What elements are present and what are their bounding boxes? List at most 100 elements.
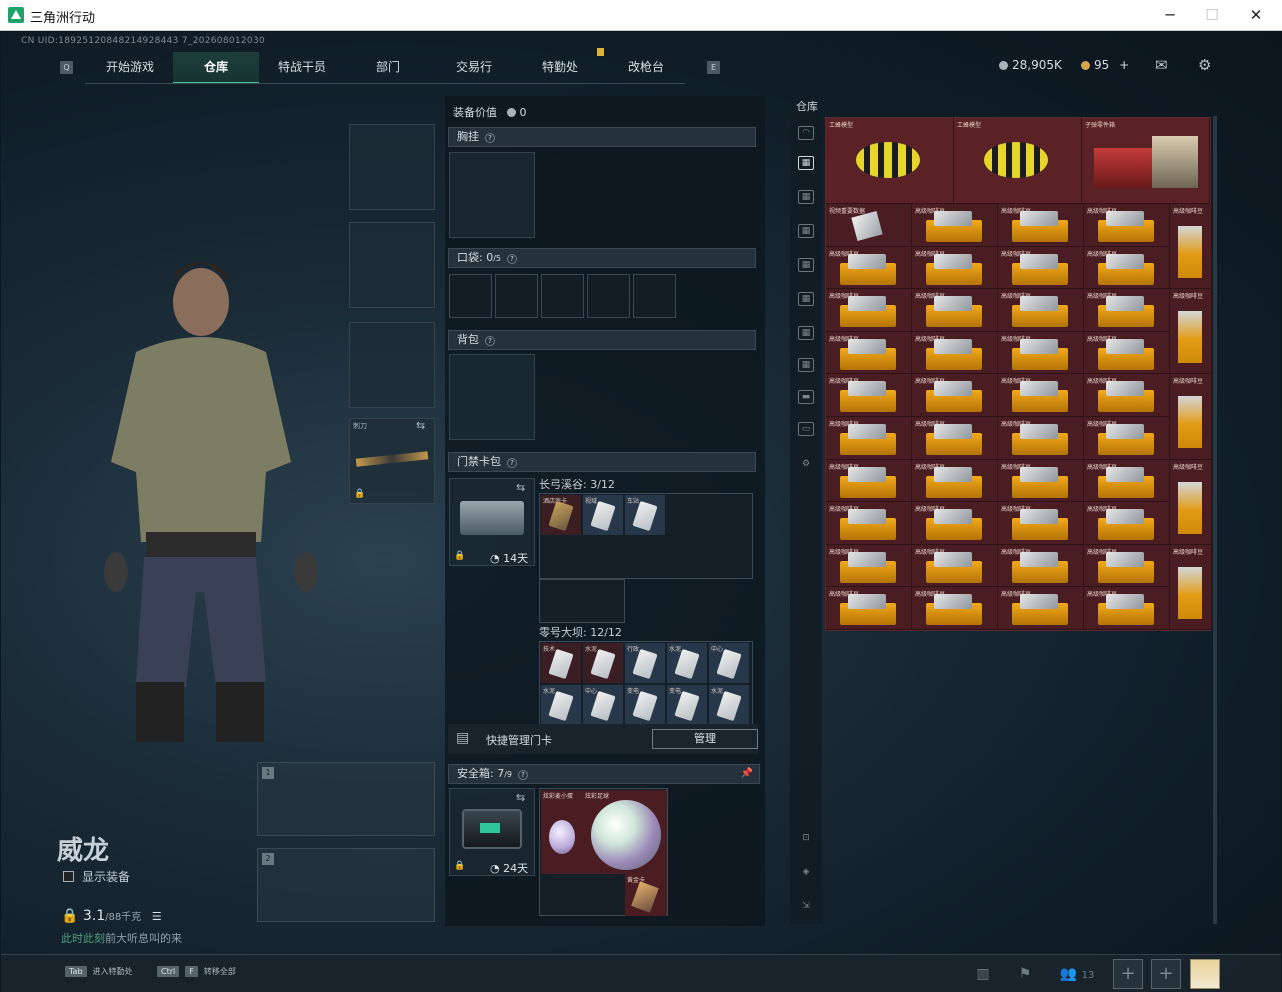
keycard-item[interactable]: 视域 bbox=[583, 495, 623, 535]
keycard-case-slot[interactable]: ⇆ 🔒 ◔ 14天 bbox=[449, 478, 535, 566]
keycard-item[interactable]: 变电 bbox=[667, 685, 707, 725]
storage-item-coffee-crate[interactable]: 高级咖啡豆 bbox=[998, 246, 1084, 290]
stats-chart-icon[interactable]: ▥ bbox=[971, 962, 995, 986]
pockets-help-icon[interactable]: ? bbox=[507, 254, 518, 264]
backpack-help-icon[interactable]: ? bbox=[485, 336, 495, 346]
storage-item-coffee-crate[interactable]: 高级咖啡豆 bbox=[998, 587, 1084, 630]
storage-item-coffee-crate[interactable]: 高级咖啡豆 bbox=[1084, 246, 1170, 290]
melee-slot[interactable]: 刺刀 ⇆ 🔒 bbox=[349, 418, 435, 504]
storage-item-coffee-crate[interactable]: 高级咖啡豆 bbox=[1084, 417, 1170, 460]
safe-box-slot[interactable]: ⇆ 🔒 ◔ 24天 bbox=[449, 788, 535, 876]
storage-item-coffee-crate[interactable]: 高级咖啡豆 bbox=[912, 246, 998, 290]
keycard-item[interactable]: 技术 bbox=[541, 643, 581, 683]
keycard-item[interactable]: 水泥 bbox=[541, 685, 581, 725]
storage-item-coffee-crate[interactable]: 高级咖啡豆 bbox=[912, 204, 998, 247]
chest-rig-help-icon[interactable]: ? bbox=[485, 133, 495, 143]
storage-filter-icon[interactable]: ▦ bbox=[798, 258, 814, 272]
gold-currency[interactable]: 95 + bbox=[1081, 58, 1129, 72]
keycard-item[interactable]: 变电 bbox=[625, 685, 665, 725]
safe-item-ball[interactable]: 炫彩足球 bbox=[583, 790, 667, 874]
storage-sort-icon[interactable]: ⊡ bbox=[798, 832, 814, 846]
storage-item-coffee-crate[interactable]: 高级咖啡豆 bbox=[826, 374, 912, 417]
storage-item-coffee-crate[interactable]: 高级咖啡豆 bbox=[912, 459, 998, 503]
settings-gear-icon[interactable]: ⚙ bbox=[1198, 56, 1211, 74]
storage-item-coffee-crate[interactable]: 高级咖啡豆 bbox=[998, 459, 1084, 503]
keycard-item[interactable]: 水泥 bbox=[709, 685, 749, 725]
tab-special-ops[interactable]: 特勤处 bbox=[517, 52, 603, 84]
weight-details-icon[interactable]: ☰ bbox=[152, 910, 162, 923]
storage-item-coffee-crate[interactable]: 高级咖啡豆 bbox=[826, 587, 912, 630]
minimize-button[interactable]: ─ bbox=[1150, 4, 1190, 26]
silver-currency[interactable]: 28,905K bbox=[999, 58, 1062, 72]
storage-filter-icon[interactable]: ▬ bbox=[798, 390, 814, 404]
tab-start-game[interactable]: 开始游戏 bbox=[87, 52, 173, 84]
safe-item-egg[interactable]: 炫彩麦小蛋 bbox=[541, 790, 583, 874]
storage-item-coffee-bag[interactable]: 高级咖啡豆 bbox=[1170, 544, 1212, 630]
storage-item-bee-model[interactable]: 工蜂模型 bbox=[954, 118, 1082, 204]
primary-weapon-slot[interactable]: 1 bbox=[257, 762, 435, 836]
storage-item-coffee-crate[interactable]: 高级咖啡豆 bbox=[912, 289, 998, 332]
storage-item-bee-model[interactable]: 工蜂模型 bbox=[826, 118, 954, 204]
swap-icon[interactable]: ⇆ bbox=[416, 419, 425, 432]
add-gold-button[interactable]: + bbox=[1119, 58, 1129, 72]
storage-item-coffee-crate[interactable]: 高级咖啡豆 bbox=[912, 331, 998, 375]
pocket-slot[interactable] bbox=[587, 274, 630, 318]
storage-item-coffee-crate[interactable]: 高级咖啡豆 bbox=[912, 374, 998, 417]
storage-item-coffee-crate[interactable]: 高级咖啡豆 bbox=[998, 374, 1084, 417]
storage-filter-icon[interactable]: ▦ bbox=[798, 358, 814, 372]
chest-rig-slot[interactable] bbox=[449, 152, 535, 238]
armor-slot[interactable] bbox=[349, 222, 435, 308]
tab-gunsmith[interactable]: 改枪台 bbox=[603, 52, 689, 84]
tab-operators[interactable]: 特战干员 bbox=[259, 52, 345, 84]
storage-item-coffee-bag[interactable]: 高级咖啡豆 bbox=[1170, 459, 1212, 545]
manage-button[interactable]: 管理 bbox=[652, 729, 758, 749]
storage-item-coffee-crate[interactable]: 高级咖啡豆 bbox=[826, 331, 912, 375]
show-equipment-checkbox[interactable] bbox=[63, 871, 74, 882]
keycard-item[interactable]: 水泥 bbox=[583, 643, 623, 683]
storage-item-coffee-crate[interactable]: 高级咖啡豆 bbox=[1084, 204, 1170, 247]
storage-item-coffee-crate[interactable]: 高级咖啡豆 bbox=[998, 204, 1084, 247]
storage-item-coffee-crate[interactable]: 高级咖啡豆 bbox=[1084, 544, 1170, 588]
storage-item-coffee-crate[interactable]: 高级咖啡豆 bbox=[826, 289, 912, 332]
keycard-item[interactable]: 水泥 bbox=[667, 643, 707, 683]
keycard-item[interactable]: 中心 bbox=[583, 685, 623, 725]
storage-filter-icon[interactable]: ▦ bbox=[798, 292, 814, 306]
pistol-slot[interactable] bbox=[349, 322, 435, 408]
keycard-item[interactable]: 车站 bbox=[625, 495, 665, 535]
safe-box-swap-icon[interactable]: ⇆ bbox=[516, 791, 525, 804]
storage-item-coffee-crate[interactable]: 高级咖啡豆 bbox=[826, 459, 912, 503]
show-equipment-toggle[interactable]: 显示装备 bbox=[63, 868, 130, 885]
storage-item-coffee-bag[interactable]: 高级咖啡豆 bbox=[1170, 204, 1212, 290]
storage-item-coffee-crate[interactable]: 高级咖啡豆 bbox=[1084, 374, 1170, 417]
add-friend-button[interactable]: + bbox=[1113, 959, 1143, 989]
storage-item-coffee-crate[interactable]: 高级咖啡豆 bbox=[912, 417, 998, 460]
safe-item-card[interactable]: 黄金卡 bbox=[625, 874, 667, 916]
keycard-item[interactable]: 中心 bbox=[709, 643, 749, 683]
storage-settings-icon[interactable]: ⚙ bbox=[798, 458, 814, 472]
nav-right-key-icon[interactable]: E bbox=[707, 61, 720, 74]
storage-filter-icon[interactable]: ▭ bbox=[798, 422, 814, 436]
flag-icon[interactable]: ⚑ bbox=[1013, 962, 1037, 986]
tab-warehouse[interactable]: 仓库 bbox=[173, 52, 259, 84]
storage-item-coffee-crate[interactable]: 高级咖啡豆 bbox=[1084, 502, 1170, 545]
keycard-item[interactable]: 酒店房卡 bbox=[541, 495, 581, 535]
pocket-slot[interactable] bbox=[541, 274, 584, 318]
tab-shortcut[interactable]: Tab 进入特勤处 bbox=[65, 966, 133, 977]
pocket-slot[interactable] bbox=[449, 274, 492, 318]
storage-filter-icon[interactable]: ▦ bbox=[798, 224, 814, 238]
storage-item-coffee-crate[interactable]: 高级咖啡豆 bbox=[826, 544, 912, 588]
friends-icon[interactable]: 👥 13 bbox=[1057, 962, 1097, 986]
player-avatar[interactable] bbox=[1190, 959, 1220, 989]
storage-item-coffee-crate[interactable]: 高级咖啡豆 bbox=[826, 502, 912, 545]
storage-filter-icon[interactable]: ▦ bbox=[798, 190, 814, 204]
storage-item-coffee-crate[interactable]: 高级咖啡豆 bbox=[998, 502, 1084, 545]
tab-department[interactable]: 部门 bbox=[345, 52, 431, 84]
storage-item-data-file[interactable]: 视频重要数据 bbox=[826, 204, 912, 247]
storage-item-coffee-crate[interactable]: 高级咖啡豆 bbox=[998, 289, 1084, 332]
storage-layers-icon[interactable]: ◈ bbox=[798, 866, 814, 880]
storage-item-coffee-crate[interactable]: 高级咖啡豆 bbox=[998, 331, 1084, 375]
ctrl-f-shortcut[interactable]: Ctrl F 转移全部 bbox=[157, 966, 236, 977]
storage-item-coffee-crate[interactable]: 高级咖啡豆 bbox=[1084, 289, 1170, 332]
storage-item-coffee-crate[interactable]: 高级咖啡豆 bbox=[912, 587, 998, 630]
storage-item-coffee-crate[interactable]: 高级咖啡豆 bbox=[826, 246, 912, 290]
